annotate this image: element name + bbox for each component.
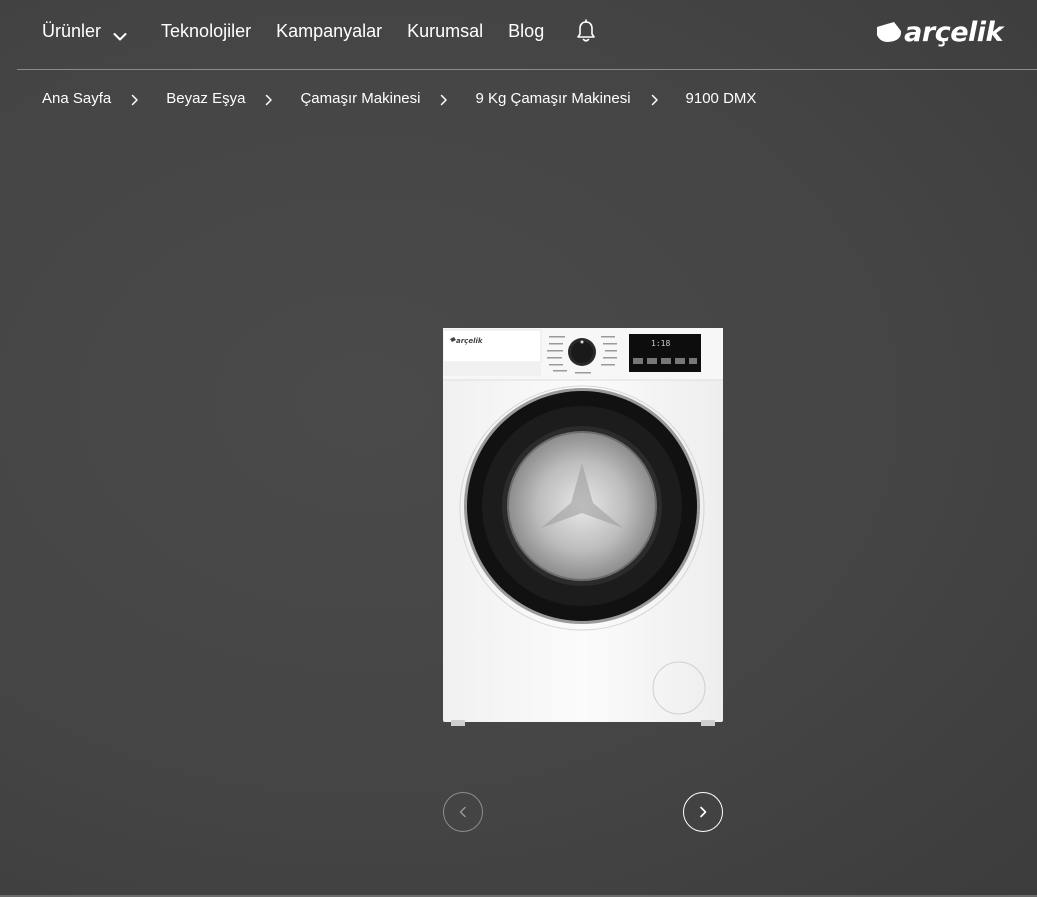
carousel-prev-button[interactable] bbox=[443, 792, 483, 832]
chevron-right-icon bbox=[700, 806, 707, 818]
arcelik-logo[interactable]: arçelik bbox=[876, 14, 1003, 50]
bell-icon[interactable] bbox=[575, 19, 597, 43]
panel-brand-text: arçelik bbox=[456, 337, 484, 345]
nav-link-kampanyalar[interactable]: Kampanyalar bbox=[276, 21, 382, 42]
breadcrumb-beyaz-esya[interactable]: Beyaz Eşya bbox=[166, 90, 245, 107]
carousel-next-button[interactable] bbox=[683, 792, 723, 832]
breadcrumb-camasir-makinesi[interactable]: Çamaşır Makinesi bbox=[300, 90, 420, 107]
nav-products-menu[interactable]: Ürünler bbox=[42, 21, 127, 42]
logo-mark-icon bbox=[877, 22, 902, 42]
product-image[interactable]: arçelik 1:18 bbox=[443, 328, 723, 726]
site-header: Ürünler Teknolojiler Kampanyalar Kurumsa… bbox=[17, 0, 1037, 70]
breadcrumb-home[interactable]: Ana Sayfa bbox=[42, 90, 111, 107]
chevron-down-icon bbox=[113, 26, 127, 41]
nav-link-kurumsal[interactable]: Kurumsal bbox=[407, 21, 483, 42]
breadcrumb-current: 9100 DMX bbox=[685, 90, 757, 107]
page: Ürünler Teknolojiler Kampanyalar Kurumsa… bbox=[0, 0, 1037, 897]
nav-link-teknolojiler[interactable]: Teknolojiler bbox=[161, 21, 251, 42]
chevron-right-icon bbox=[650, 93, 660, 105]
svg-text:1:18: 1:18 bbox=[651, 339, 670, 348]
chevron-right-icon bbox=[130, 93, 140, 105]
main-nav: Ürünler Teknolojiler Kampanyalar Kurumsa… bbox=[42, 19, 597, 43]
breadcrumb-9kg[interactable]: 9 Kg Çamaşır Makinesi bbox=[475, 90, 630, 107]
chevron-right-icon bbox=[264, 93, 274, 105]
breadcrumb: Ana Sayfa Beyaz Eşya Çamaşır Makinesi 9 … bbox=[42, 90, 756, 107]
chevron-left-icon bbox=[459, 806, 466, 818]
chevron-right-icon bbox=[439, 93, 449, 105]
nav-link-blog[interactable]: Blog bbox=[508, 21, 544, 42]
logo-text: arçelik bbox=[904, 16, 1003, 48]
nav-products-label: Ürünler bbox=[42, 20, 102, 41]
washing-machine-illustration: arçelik 1:18 bbox=[443, 328, 723, 726]
